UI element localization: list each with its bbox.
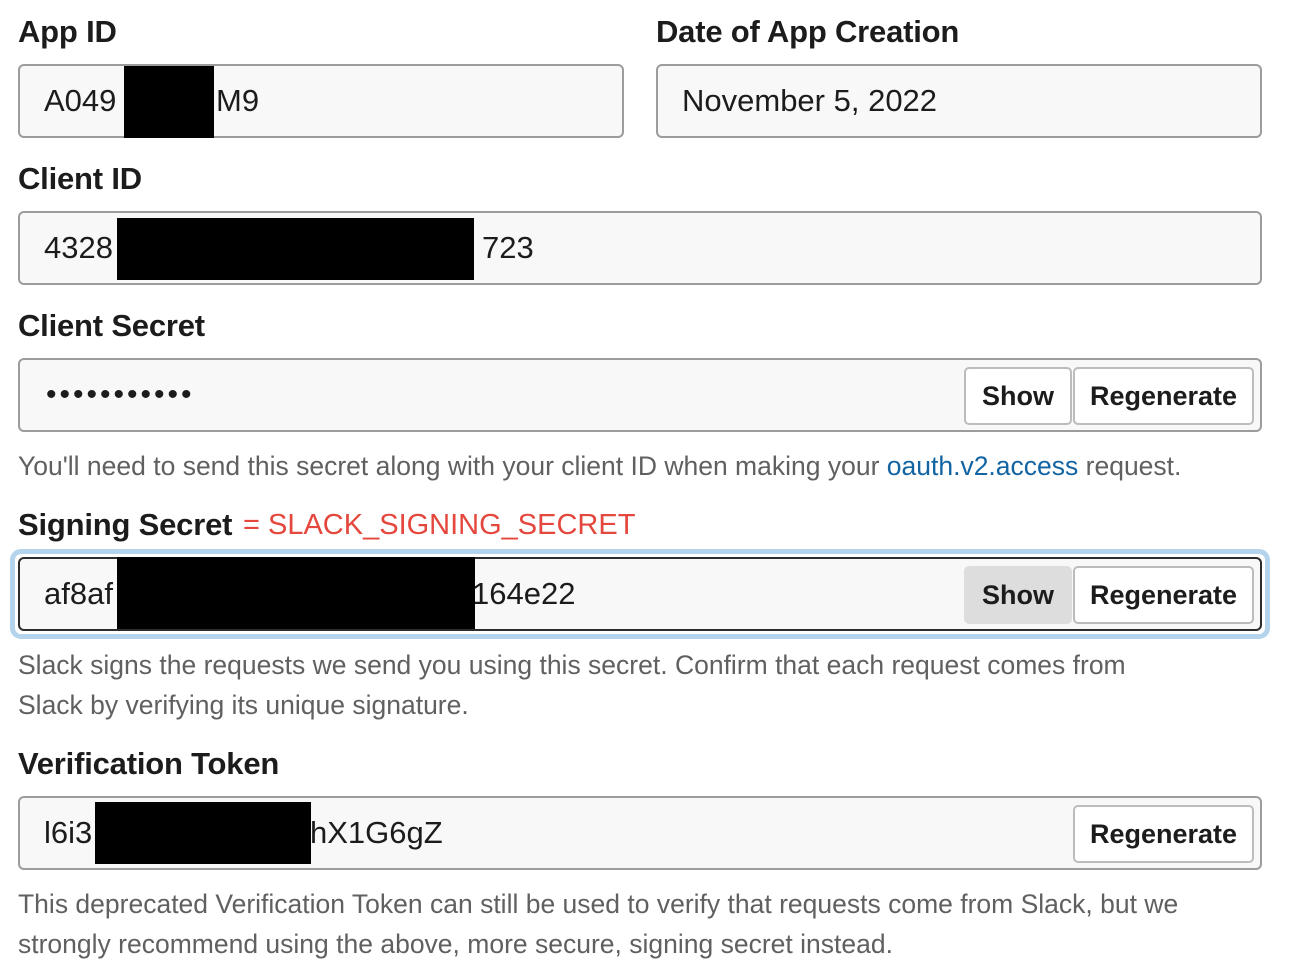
app-id-label: App ID [18, 14, 117, 49]
signing-secret-label: Signing Secret [18, 507, 233, 542]
redaction-box [95, 802, 311, 864]
client-id-label: Client ID [18, 161, 142, 196]
client-secret-help-before: You'll need to send this secret along wi… [18, 451, 887, 481]
verification-token-label: Verification Token [18, 746, 280, 781]
verification-token-value-start: l6i3 [44, 815, 93, 850]
app-id-value-start: A049 [44, 83, 117, 118]
client-id-value-start: 4328 [44, 230, 113, 265]
client-id-value-end: 723 [482, 230, 534, 265]
verification-token-help-line-2: strongly recommend using the above, more… [18, 929, 893, 959]
signing-secret-help-line-1: Slack signs the requests we send you usi… [18, 650, 1126, 680]
signing-secret-regenerate-button[interactable]: Regenerate [1073, 566, 1254, 624]
client-secret-label: Client Secret [18, 308, 205, 343]
signing-secret-help-line-2: Slack by verifying its unique signature. [18, 690, 469, 720]
signing-secret-value-start: af8af [44, 576, 113, 611]
date-created-label: Date of App Creation [656, 14, 960, 49]
date-created-value: November 5, 2022 [682, 83, 938, 118]
verification-token-value-end: hX1G6gZ [310, 815, 443, 850]
oauth-v2-access-link[interactable]: oauth.v2.access [887, 451, 1079, 481]
redaction-box [117, 557, 475, 629]
date-created-field[interactable]: November 5, 2022 [656, 64, 1262, 138]
signing-secret-annotation: = SLACK_SIGNING_SECRET [243, 509, 636, 541]
redaction-box [117, 218, 474, 280]
redaction-box [124, 66, 214, 138]
client-secret-masked-value: ••••••••••• [46, 378, 195, 411]
signing-secret-value-end: 164e22 [472, 576, 576, 611]
client-secret-help-text: You'll need to send this secret along wi… [18, 446, 1181, 486]
app-id-field[interactable]: A049 M9 [18, 64, 624, 138]
verification-token-help-line-1: This deprecated Verification Token can s… [18, 889, 1179, 919]
signing-secret-show-button[interactable]: Show [964, 566, 1072, 624]
client-secret-help-after: request. [1078, 451, 1182, 481]
verification-token-regenerate-button[interactable]: Regenerate [1073, 805, 1254, 863]
client-secret-show-button[interactable]: Show [964, 367, 1072, 425]
client-secret-regenerate-button[interactable]: Regenerate [1073, 367, 1254, 425]
app-id-value-end: M9 [216, 83, 260, 118]
